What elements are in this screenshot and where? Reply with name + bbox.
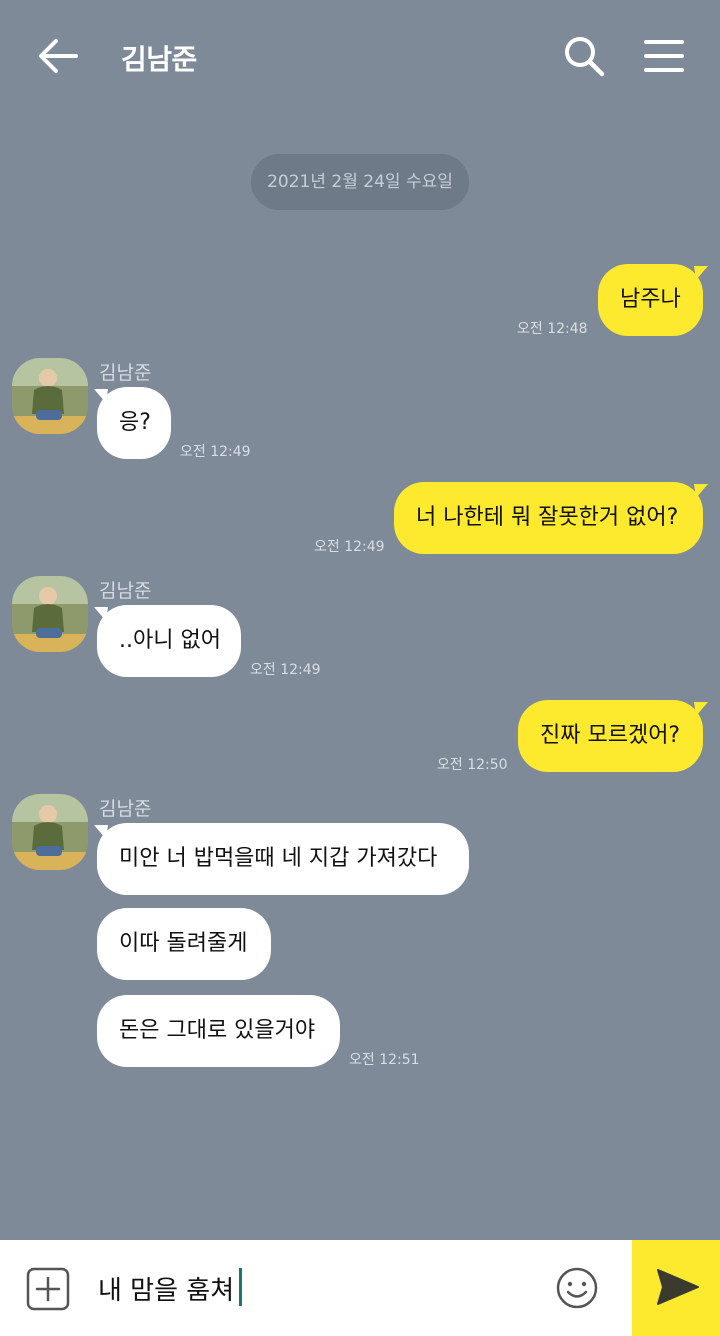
avatar[interactable] <box>12 576 88 652</box>
send-arrow-icon <box>657 1269 699 1305</box>
bubble-tail <box>694 266 708 280</box>
other-message-bubble[interactable]: 응? <box>97 387 171 459</box>
message-time: 오전 12:49 <box>314 539 385 555</box>
other-message-bubble[interactable]: ..아니 없어 <box>97 605 241 677</box>
back-arrow-icon[interactable] <box>36 36 80 76</box>
send-button[interactable] <box>632 1240 720 1336</box>
other-message-bubble[interactable]: 이따 돌려줄게 <box>97 908 271 980</box>
my-message-bubble[interactable]: 너 나한테 뭐 잘못한거 없어? <box>394 482 703 554</box>
my-message-bubble[interactable]: 남주나 <box>598 264 703 336</box>
smiley-icon[interactable] <box>555 1266 599 1310</box>
avatar[interactable] <box>12 358 88 434</box>
hamburger-menu-icon[interactable] <box>644 38 684 74</box>
date-divider: 2021년 2월 24일 수요일 <box>251 154 469 210</box>
message-time: 오전 12:49 <box>250 662 321 678</box>
message-time: 오전 12:49 <box>180 444 251 460</box>
sender-name: 김남준 <box>99 580 152 602</box>
avatar[interactable] <box>12 794 88 870</box>
plus-square-icon[interactable] <box>26 1267 70 1311</box>
message-input-bar <box>0 1240 720 1336</box>
message-time: 오전 12:51 <box>349 1052 420 1068</box>
other-message-bubble[interactable]: 돈은 그대로 있을거야 <box>97 995 340 1067</box>
chat-header: 김남준 <box>0 0 720 112</box>
message-time: 오전 12:50 <box>437 757 508 773</box>
message-input[interactable] <box>98 1260 538 1316</box>
bubble-tail <box>694 484 708 498</box>
text-cursor <box>239 1268 242 1306</box>
sender-name: 김남준 <box>99 798 152 820</box>
chat-title: 김남준 <box>121 43 197 76</box>
other-message-bubble[interactable]: 미안 너 밥먹을때 네 지갑 가져갔다 <box>97 823 469 895</box>
sender-name: 김남준 <box>99 362 152 384</box>
search-icon[interactable] <box>562 34 606 78</box>
bubble-tail <box>694 702 708 716</box>
message-time: 오전 12:48 <box>517 321 588 337</box>
my-message-bubble[interactable]: 진짜 모르겠어? <box>518 700 703 772</box>
